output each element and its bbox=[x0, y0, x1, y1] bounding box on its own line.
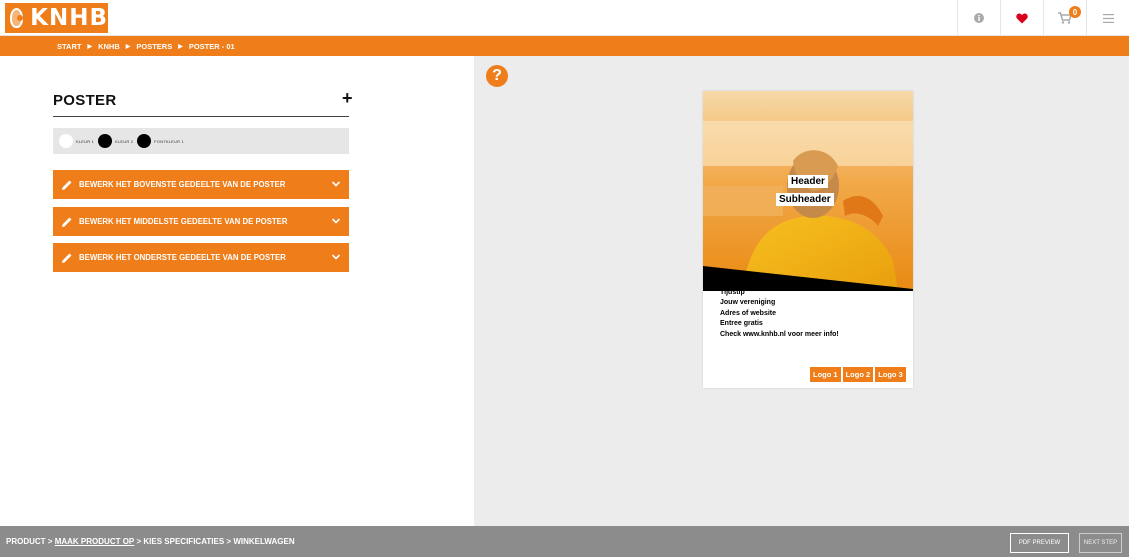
poster-line: Entree gratis bbox=[720, 320, 763, 327]
breadcrumb-posters[interactable]: POSTERS bbox=[136, 42, 172, 51]
accordion-label: BEWERK HET MIDDELSTE GEDEELTE VAN DE POS… bbox=[79, 217, 288, 226]
pencil-icon bbox=[62, 180, 72, 190]
title-divider bbox=[53, 116, 349, 117]
color-label-kleur-1: KLEUR 1 bbox=[76, 138, 95, 144]
color-swatch-kleur-2[interactable] bbox=[98, 134, 113, 148]
breadcrumb-start[interactable]: START bbox=[57, 42, 81, 51]
info-button[interactable] bbox=[957, 0, 1000, 36]
edit-bottom-section-accordion[interactable]: BEWERK HET ONDERSTE GEDEELTE VAN DE POST… bbox=[53, 243, 349, 272]
breadcrumb: START ▶ KNHB ▶ POSTERS ▶ POSTER - 01 bbox=[0, 36, 1129, 56]
color-options: KLEUR 1 KLEUR 2 FONTKLEUR 1 bbox=[53, 128, 349, 154]
poster-line: Adres of website bbox=[720, 309, 777, 317]
cart-button[interactable]: 0 bbox=[1043, 0, 1086, 36]
next-step-button[interactable]: NEXT STEP bbox=[1079, 533, 1122, 553]
chevron-down-icon bbox=[331, 181, 341, 187]
color-label-fontkleur-1: FONTKLEUR 1 bbox=[154, 138, 184, 144]
favorites-button[interactable] bbox=[1000, 0, 1043, 36]
step-cart[interactable]: WINKELWAGEN bbox=[233, 537, 294, 546]
poster-preview: Header Subheader Datum Tijdstip Jouw ver… bbox=[703, 91, 913, 388]
breadcrumb-separator-icon: ▶ bbox=[125, 43, 131, 50]
cart-count-badge: 0 bbox=[1069, 6, 1081, 18]
poster-photo[interactable] bbox=[703, 91, 913, 291]
poster-logos: Logo 1 Logo 2 Logo 3 bbox=[810, 367, 908, 382]
chevron-down-icon bbox=[331, 254, 341, 260]
poster-logo-1[interactable]: Logo 1 bbox=[810, 367, 841, 382]
top-bar: KNHB 0 bbox=[0, 0, 1129, 36]
edit-top-section-accordion[interactable]: BEWERK HET BOVENSTE GEDEELTE VAN DE POST… bbox=[53, 170, 349, 199]
step-product[interactable]: PRODUCT bbox=[6, 537, 46, 546]
panel-title: POSTER bbox=[53, 92, 117, 109]
accordion-label: BEWERK HET ONDERSTE GEDEELTE VAN DE POST… bbox=[79, 253, 286, 262]
breadcrumb-separator-icon: ▶ bbox=[178, 43, 183, 50]
help-button[interactable]: ? bbox=[486, 65, 508, 87]
color-swatch-fontkleur-1[interactable] bbox=[137, 134, 152, 148]
add-button[interactable]: + bbox=[342, 88, 353, 109]
breadcrumb-knhb[interactable]: KNHB bbox=[98, 42, 120, 51]
hamburger-menu-icon bbox=[1102, 13, 1114, 23]
breadcrumb-poster-01: POSTER - 01 bbox=[188, 41, 235, 51]
chevron-down-icon bbox=[331, 218, 341, 224]
shield-icon bbox=[10, 8, 24, 28]
edit-middle-section-accordion[interactable]: BEWERK HET MIDDELSTE GEDEELTE VAN DE POS… bbox=[53, 207, 349, 236]
poster-logo-3[interactable]: Logo 3 bbox=[875, 367, 906, 382]
step-bar: PRODUCT > MAAK PRODUCT OP > KIES SPECIFI… bbox=[0, 526, 1129, 557]
pencil-icon bbox=[62, 253, 72, 263]
accordion-label: BEWERK HET BOVENSTE GEDEELTE VAN DE POST… bbox=[79, 180, 286, 189]
poster-line: Check www.knhb.nl voor meer info! bbox=[720, 330, 839, 338]
poster-line: Datum bbox=[720, 278, 742, 285]
color-label-kleur-2: KLEUR 2 bbox=[115, 138, 134, 144]
poster-info-lines[interactable]: Datum Tijdstip Jouw vereniging Adres of … bbox=[720, 277, 839, 340]
color-swatch-kleur-1[interactable] bbox=[59, 134, 73, 148]
header-icons: 0 bbox=[957, 0, 1129, 36]
menu-button[interactable] bbox=[1086, 0, 1129, 36]
knhb-logo[interactable]: KNHB bbox=[5, 3, 108, 33]
poster-subheader[interactable]: Subheader bbox=[776, 193, 834, 206]
step-separator: > bbox=[47, 537, 53, 546]
info-icon bbox=[974, 13, 984, 23]
breadcrumb-separator-icon: ▶ bbox=[87, 43, 93, 50]
poster-logo-2[interactable]: Logo 2 bbox=[842, 367, 874, 382]
step-specifications[interactable]: KIES SPECIFICATIES bbox=[143, 537, 224, 546]
step-separator: > bbox=[136, 537, 142, 546]
step-make-product[interactable]: MAAK PRODUCT OP bbox=[55, 537, 135, 546]
step-separator: > bbox=[226, 537, 232, 546]
editor-panel bbox=[0, 56, 474, 526]
poster-line: Tijdstip bbox=[720, 288, 745, 296]
logo-text: KNHB bbox=[30, 5, 108, 31]
pencil-icon bbox=[62, 217, 72, 227]
poster-header[interactable]: Header bbox=[788, 175, 828, 188]
heart-icon bbox=[1016, 13, 1028, 23]
pdf-preview-button[interactable]: PDF PREVIEW bbox=[1010, 533, 1069, 553]
poster-line: Jouw vereniging bbox=[720, 299, 776, 306]
